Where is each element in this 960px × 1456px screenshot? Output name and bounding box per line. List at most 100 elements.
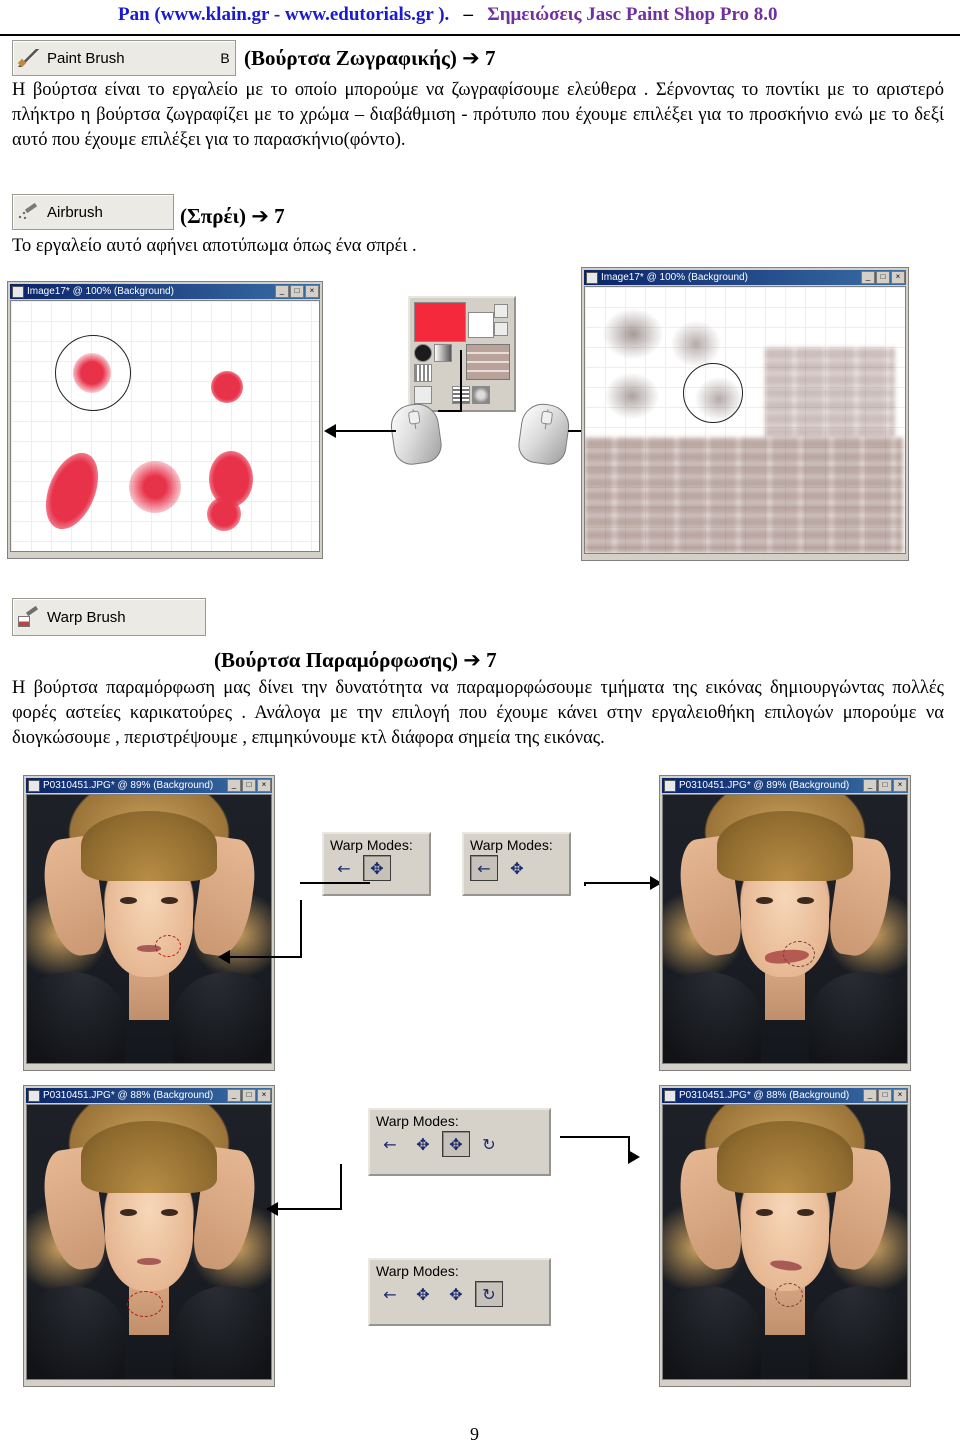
warp-brush-label: Warp Brush <box>47 608 126 626</box>
window-buttons[interactable]: _ □ × <box>275 285 319 298</box>
foreground-swatch[interactable] <box>414 302 466 342</box>
portrait-photo-warped <box>663 795 907 1063</box>
window-buttons[interactable]: _ □ × <box>863 1089 907 1102</box>
section-3-title-line: (Βούρτσα Παραμόρφωσης) ➔ 7 <box>214 648 634 673</box>
maximize-button[interactable]: □ <box>878 779 892 792</box>
gradient-button[interactable] <box>434 344 452 362</box>
close-button[interactable]: × <box>893 1089 907 1102</box>
arrow-shaft <box>460 350 462 412</box>
tool-button-airbrush[interactable]: Airbrush <box>12 194 174 230</box>
airbrush-icon <box>16 200 42 224</box>
minimize-button[interactable]: _ <box>863 779 877 792</box>
warp-mode-expand-icon[interactable]: ✥ <box>409 1281 437 1307</box>
warp-mode-expand-icon[interactable]: ✥ <box>363 855 391 881</box>
warp-mode-contract-icon[interactable]: ✥ <box>442 1281 470 1307</box>
header-subject: Σημειώσεις Jasc Paint Shop Pro 8.0 <box>487 4 778 25</box>
foreground-texture[interactable] <box>466 344 510 380</box>
warp-modes-toolbar-3[interactable]: Warp Modes: ← ✥ ✥ ↻ <box>368 1108 551 1176</box>
warp-mode-expand-icon[interactable]: ✥ <box>409 1131 437 1157</box>
arrow-shaft <box>584 882 586 886</box>
background-swatch[interactable] <box>468 312 494 338</box>
window-buttons[interactable]: _ □ × <box>863 779 907 792</box>
section-2-title: (Σπρέι) <box>180 204 246 228</box>
swap-colors-button[interactable] <box>494 304 508 318</box>
minimize-button[interactable]: _ <box>863 1089 877 1102</box>
minimize-button[interactable]: _ <box>861 271 875 284</box>
stroke-dot <box>207 497 241 531</box>
window-warp-b[interactable]: P0310451.JPG* @ 89% (Background) _ □ × <box>660 776 910 1070</box>
maximize-button[interactable]: □ <box>242 779 256 792</box>
close-button[interactable]: × <box>257 1089 271 1102</box>
window-warp-c[interactable]: P0310451.JPG* @ 88% (Background) _ □ × <box>24 1086 274 1386</box>
tool-button-paint-brush[interactable]: Paint Brush B <box>12 40 236 76</box>
canvas-area[interactable] <box>10 300 320 552</box>
warp-cursor-marker <box>783 941 815 967</box>
canvas-area[interactable] <box>26 794 272 1064</box>
tool-button-warp-brush[interactable]: Warp Brush <box>12 598 206 636</box>
close-button[interactable]: × <box>893 779 907 792</box>
header-text: Pan (www.klain.gr - www.edutorials.gr ).… <box>118 4 778 25</box>
portrait-photo-warped <box>663 1105 907 1379</box>
section-2-body: Το εργαλείο αυτό αφήνει αποτύπωμα όπως έ… <box>12 236 417 256</box>
maximize-button[interactable]: □ <box>876 271 890 284</box>
style-button[interactable] <box>414 344 432 362</box>
warp-mode-push-icon[interactable]: ← <box>376 1131 404 1157</box>
window-buttons[interactable]: _ □ × <box>227 1089 271 1102</box>
window-airbrush-right[interactable]: Image17* @ 100% (Background) _ □ × <box>582 268 908 560</box>
warp-mode-contract-icon[interactable]: ✥ <box>442 1131 470 1157</box>
warp-modes-toolbar-1[interactable]: Warp Modes: ← ✥ <box>322 832 431 896</box>
window-warp-d[interactable]: P0310451.JPG* @ 88% (Background) _ □ × <box>660 1086 910 1386</box>
minimize-button[interactable]: _ <box>227 779 241 792</box>
warp-mode-twirl-icon[interactable]: ↻ <box>475 1281 503 1307</box>
maximize-button[interactable]: □ <box>242 1089 256 1102</box>
maximize-button[interactable]: □ <box>878 1089 892 1102</box>
window-titlebar[interactable]: Image17* @ 100% (Background) _ □ × <box>584 270 906 285</box>
window-title: Image17* @ 100% (Background) <box>27 286 174 297</box>
warp-mode-expand-icon[interactable]: ✥ <box>503 855 531 881</box>
minimize-button[interactable]: _ <box>227 1089 241 1102</box>
pattern-button[interactable] <box>414 364 432 382</box>
close-button[interactable]: × <box>891 271 905 284</box>
warp-mode-twirl-icon[interactable]: ↻ <box>475 1131 503 1157</box>
canvas-area[interactable] <box>584 286 906 554</box>
null-color-button[interactable] <box>494 322 508 336</box>
arrow-shaft <box>586 882 652 884</box>
window-titlebar[interactable]: Image17* @ 100% (Background) _ □ × <box>10 284 320 299</box>
window-warp-a[interactable]: P0310451.JPG* @ 89% (Background) _ □ × <box>24 776 274 1070</box>
header-site: Pan (www.klain.gr - www.edutorials.gr ). <box>118 4 450 25</box>
window-titlebar[interactable]: P0310451.JPG* @ 88% (Background) _ □ × <box>662 1088 908 1103</box>
window-buttons[interactable]: _ □ × <box>861 271 905 284</box>
close-button[interactable]: × <box>305 285 319 298</box>
arrow-shaft <box>230 956 302 958</box>
minimize-button[interactable]: _ <box>275 285 289 298</box>
section-1-title: (Βούρτσα Ζωγραφικής) <box>244 46 457 70</box>
window-brush-left[interactable]: Image17* @ 100% (Background) _ □ × <box>8 282 322 558</box>
warp-mode-push-icon[interactable]: ← <box>470 855 498 881</box>
warp-mode-push-icon[interactable]: ← <box>376 1281 404 1307</box>
warp-mode-push-icon[interactable]: ← <box>330 855 358 881</box>
canvas-area[interactable] <box>662 1104 908 1380</box>
spray-blob <box>605 373 659 419</box>
window-buttons[interactable]: _ □ × <box>227 779 271 792</box>
transparency-button[interactable] <box>472 386 490 404</box>
window-titlebar[interactable]: P0310451.JPG* @ 88% (Background) _ □ × <box>26 1088 272 1103</box>
warp-modes-toolbar-2[interactable]: Warp Modes: ← ✥ <box>462 832 571 896</box>
window-icon <box>586 271 598 284</box>
arrow-head-left <box>266 1202 278 1216</box>
airbrush-label: Airbrush <box>47 203 103 221</box>
maximize-button[interactable]: □ <box>290 285 304 298</box>
window-titlebar[interactable]: P0310451.JPG* @ 89% (Background) _ □ × <box>662 778 908 793</box>
close-button[interactable]: × <box>257 779 271 792</box>
window-titlebar[interactable]: P0310451.JPG* @ 89% (Background) _ □ × <box>26 778 272 793</box>
warp-modes-toolbar-4[interactable]: Warp Modes: ← ✥ ✥ ↻ <box>368 1258 551 1326</box>
arrow-shaft <box>336 430 396 432</box>
window-title: P0310451.JPG* @ 89% (Background) <box>43 780 214 791</box>
canvas-area[interactable] <box>26 1104 272 1380</box>
window-icon <box>12 285 24 298</box>
arrow-button[interactable] <box>414 386 432 404</box>
canvas-area[interactable] <box>662 794 908 1064</box>
section-2-title-line: (Σπρέι) ➔ 7 <box>180 204 440 229</box>
warp-modes-label: Warp Modes: <box>376 1263 459 1279</box>
warp-modes-label: Warp Modes: <box>330 837 413 853</box>
materials-panel[interactable] <box>408 296 516 412</box>
